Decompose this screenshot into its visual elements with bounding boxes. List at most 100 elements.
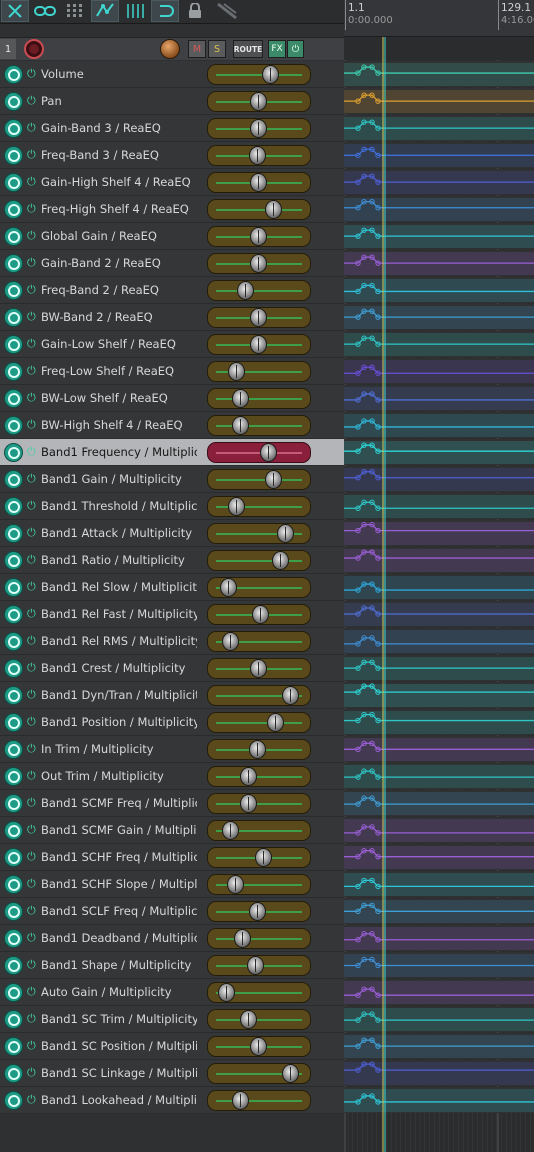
envelope-arm-icon[interactable] (4, 119, 23, 138)
envelope-arm-icon[interactable] (4, 470, 23, 489)
envelope-bypass-icon[interactable]: ⏻ (27, 67, 36, 81)
envelope-lane[interactable]: ⏻ Band1 Threshold / Multiplicity (0, 493, 344, 520)
envelope-value-fader[interactable] (207, 928, 311, 949)
envelope-value-fader[interactable] (207, 604, 311, 625)
envelope-arm-icon[interactable] (4, 146, 23, 165)
envelope-bypass-icon[interactable]: ⏻ (27, 661, 36, 675)
envelope-lane[interactable]: ⏻ Band1 Ratio / Multiplicity (0, 547, 344, 574)
fader-thumb[interactable] (252, 605, 269, 624)
envelope-bypass-icon[interactable]: ⏻ (27, 931, 36, 945)
envelope-value-fader[interactable] (207, 874, 311, 895)
fader-thumb[interactable] (248, 146, 266, 165)
envelope-bypass-icon[interactable]: ⏻ (27, 634, 36, 648)
envelope-lane[interactable]: ⏻ Band1 Attack / Multiplicity (0, 520, 344, 547)
envelope-value-fader[interactable] (207, 118, 311, 139)
envelope-arm-icon[interactable] (4, 335, 23, 354)
fader-thumb[interactable] (250, 227, 268, 246)
fader-thumb[interactable] (228, 362, 246, 381)
route-button[interactable]: ROUTE (233, 40, 263, 58)
envelope-bypass-icon[interactable]: ⏻ (27, 769, 36, 783)
envelope-bypass-icon[interactable]: ⏻ (27, 94, 36, 108)
envelope-bypass-icon[interactable]: ⏻ (27, 391, 36, 405)
envelope-bypass-icon[interactable]: ⏻ (27, 472, 36, 486)
fader-thumb[interactable] (255, 848, 273, 867)
envelope-bypass-icon[interactable]: ⏻ (27, 1012, 36, 1026)
fader-thumb[interactable] (231, 389, 249, 408)
envelope-value-fader[interactable] (207, 64, 311, 85)
envelope-bypass-icon[interactable]: ⏻ (27, 121, 36, 135)
envelope-bypass-icon[interactable]: ⏻ (27, 202, 36, 216)
snap-grid-icon[interactable] (121, 0, 149, 22)
fader-thumb[interactable] (248, 902, 266, 921)
envelope-lane[interactable]: ⏻ Band1 SCHF Slope / Multiplicity (0, 871, 344, 898)
envelope-lane[interactable]: ⏻ Band1 Crest / Multiplicity (0, 655, 344, 682)
envelope-lane[interactable]: ⏻ Band1 SCLF Freq / Multiplicity (0, 898, 344, 925)
volume-knob[interactable] (160, 39, 180, 59)
envelope-bypass-icon[interactable]: ⏻ (27, 607, 36, 621)
envelope-arm-icon[interactable] (4, 605, 23, 624)
fader-thumb[interactable] (221, 821, 239, 840)
envelope-bypass-icon[interactable]: ⏻ (27, 1093, 36, 1107)
envelope-lane[interactable]: ⏻ Freq-Band 2 / ReaEQ (0, 277, 344, 304)
envelope-value-fader[interactable] (207, 1090, 311, 1111)
envelope-bypass-icon[interactable]: ⏻ (27, 364, 36, 378)
grid-icon[interactable] (62, 0, 88, 22)
envelope-arm-icon[interactable] (4, 767, 23, 786)
envelope-value-fader[interactable] (207, 901, 311, 922)
envelope-lane[interactable]: ⏻ In Trim / Multiplicity (0, 736, 344, 763)
timeline-ruler[interactable]: 1.1 0:00.000 129.1 4:16.00 (344, 0, 534, 37)
envelope-arm-icon[interactable] (4, 1064, 23, 1083)
envelope-arm-icon[interactable] (4, 578, 23, 597)
envelope-lane[interactable]: ⏻ Band1 Lookahead / Multiplicity (0, 1087, 344, 1114)
envelope-arm-icon[interactable] (4, 794, 23, 813)
envelope-value-fader[interactable] (207, 1063, 311, 1084)
envelope-arm-icon[interactable] (4, 1010, 23, 1029)
envelope-lane[interactable]: ⏻ Band1 Rel Fast / Multiplicity (0, 601, 344, 628)
envelope-value-fader[interactable] (207, 226, 311, 247)
envelope-lane[interactable]: ⏻ Freq-Low Shelf / ReaEQ (0, 358, 344, 385)
envelope-lane[interactable]: ⏻ Band1 SCMF Gain / Multiplicity (0, 817, 344, 844)
fader-thumb[interactable] (233, 929, 251, 948)
fader-thumb[interactable] (231, 416, 249, 435)
envelope-value-fader[interactable] (207, 550, 311, 571)
fader-thumb[interactable] (250, 308, 268, 327)
envelope-value-fader[interactable] (207, 361, 311, 382)
fader-thumb[interactable] (265, 200, 283, 219)
envelope-value-fader[interactable] (207, 1036, 311, 1057)
envelope-value-fader[interactable] (207, 685, 311, 706)
fader-thumb[interactable] (277, 524, 295, 543)
envelope-value-fader[interactable] (207, 172, 311, 193)
envelope-value-fader[interactable] (207, 280, 311, 301)
lock-icon[interactable] (183, 0, 207, 22)
envelope-arm-icon[interactable] (4, 497, 23, 516)
ripple-editing-icon[interactable] (1, 0, 29, 22)
envelope-lane[interactable]: ⏻ Band1 Dyn/Tran / Multiplicity (0, 682, 344, 709)
envelope-bypass-icon[interactable]: ⏻ (27, 148, 36, 162)
envelope-lane[interactable]: ⏻ BW-Low Shelf / ReaEQ (0, 385, 344, 412)
envelope-arm-icon[interactable] (4, 389, 23, 408)
envelope-lane[interactable]: ⏻ Band1 Rel Slow / Multiplicity (0, 574, 344, 601)
envelope-arm-icon[interactable] (4, 848, 23, 867)
envelope-arm-icon[interactable] (4, 1037, 23, 1056)
fader-thumb[interactable] (228, 497, 246, 516)
envelope-lane[interactable]: ⏻ Out Trim / Multiplicity (0, 763, 344, 790)
envelope-bypass-icon[interactable]: ⏻ (27, 850, 36, 864)
envelope-bypass-icon[interactable]: ⏻ (27, 688, 36, 702)
envelope-value-fader[interactable] (207, 793, 311, 814)
envelope-arm-icon[interactable] (4, 929, 23, 948)
envelope-lane[interactable]: ⏻ Band1 Position / Multiplicity (0, 709, 344, 736)
envelope-lane[interactable]: ⏻ Freq-High Shelf 4 / ReaEQ (0, 196, 344, 223)
envelope-value-fader[interactable] (207, 442, 311, 463)
envelope-arm-icon[interactable] (4, 983, 23, 1002)
envelope-lane[interactable]: ⏻ Band1 SCHF Freq / Multiplicity (0, 844, 344, 871)
envelope-lane[interactable]: ⏻ Band1 Rel RMS / Multiplicity (0, 628, 344, 655)
envelope-lane[interactable]: ⏻ BW-High Shelf 4 / ReaEQ (0, 412, 344, 439)
envelope-arm-icon[interactable] (4, 551, 23, 570)
fader-thumb[interactable] (272, 551, 290, 570)
envelope-lane[interactable]: ⏻ Band1 Frequency / Multiplicity (0, 439, 344, 466)
envelope-arm-icon[interactable] (4, 1091, 23, 1110)
envelope-bypass-icon[interactable]: ⏻ (27, 715, 36, 729)
fader-thumb[interactable] (248, 740, 266, 759)
envelope-bypass-icon[interactable]: ⏻ (27, 499, 36, 513)
fx-bypass-icon[interactable]: ⏻ (287, 40, 304, 58)
